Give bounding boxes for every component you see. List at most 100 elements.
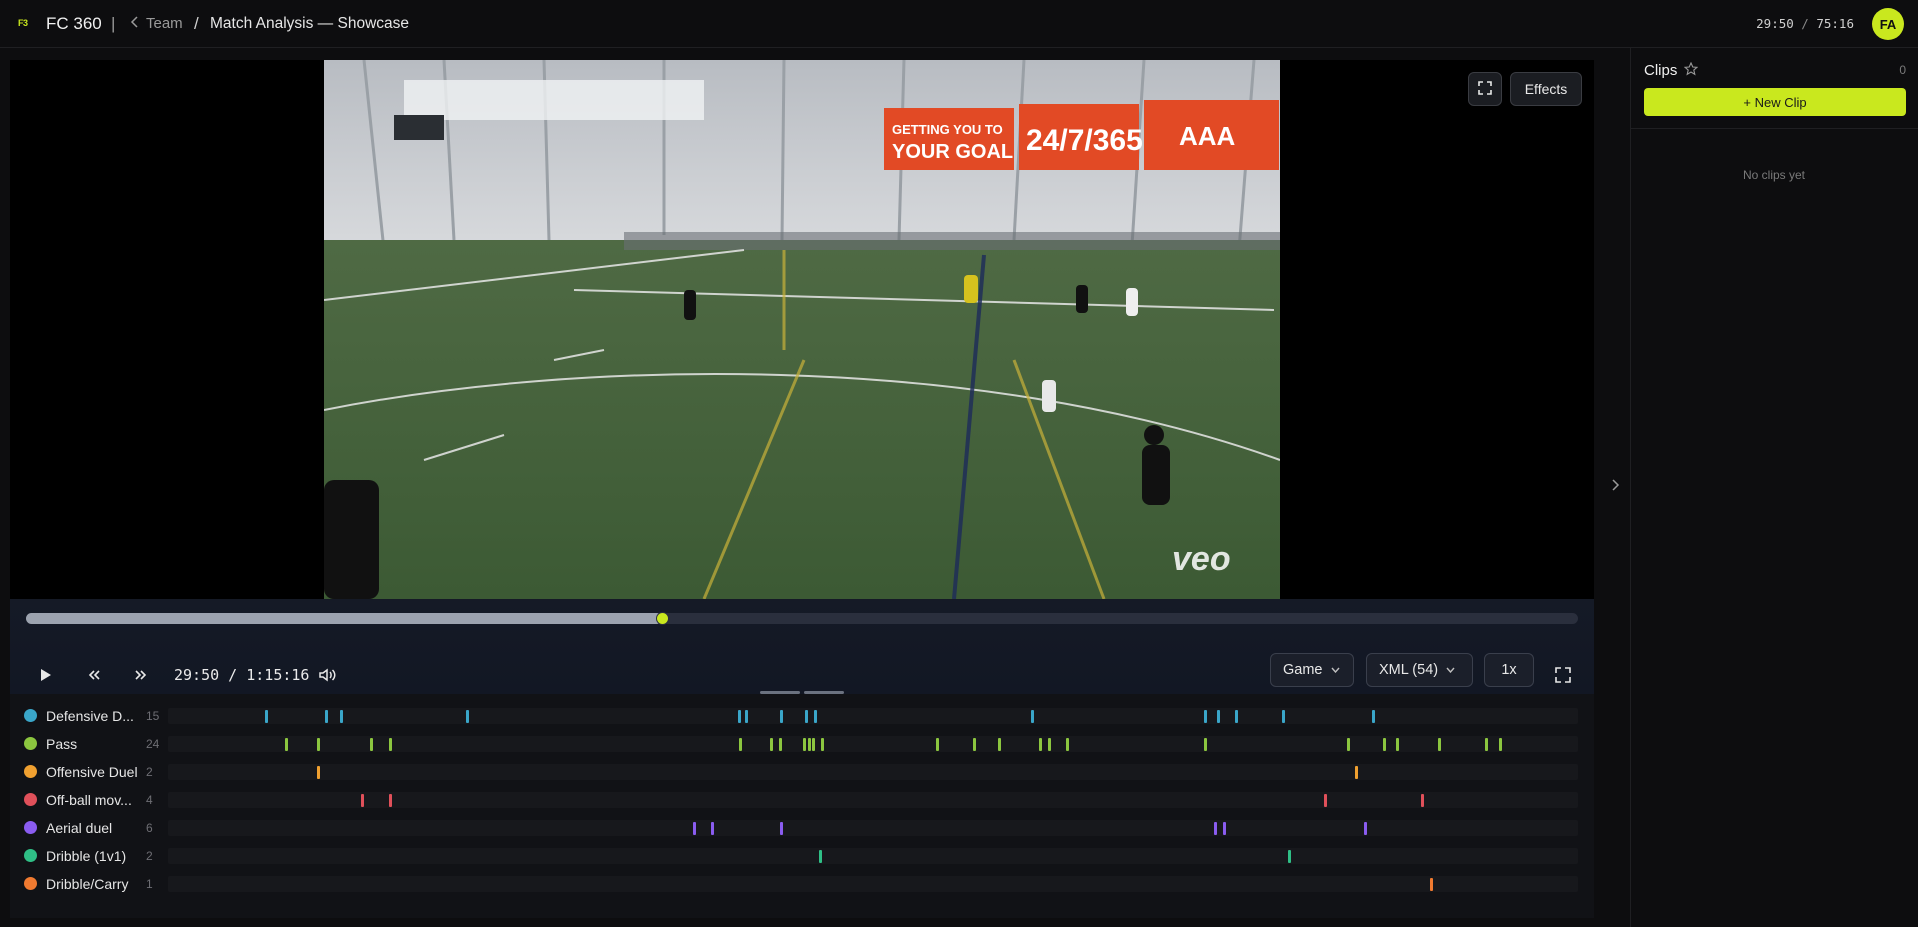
event-track[interactable] <box>168 820 1578 836</box>
event-marker[interactable] <box>808 738 812 751</box>
event-marker[interactable] <box>973 738 977 751</box>
event-marker[interactable] <box>1214 822 1218 835</box>
event-timeline: Defensive D... 15 Pass 24 Offensive Duel 2 Off… <box>10 705 1594 915</box>
rewind-button[interactable] <box>84 665 104 685</box>
event-marker[interactable] <box>737 710 741 723</box>
event-marker[interactable] <box>1030 710 1034 723</box>
event-marker[interactable] <box>1235 710 1239 723</box>
event-row: Dribble (1v1) 2 <box>10 845 1594 867</box>
event-marker[interactable] <box>936 738 940 751</box>
event-marker[interactable] <box>744 710 748 723</box>
event-marker[interactable] <box>317 766 321 779</box>
event-label[interactable]: Offensive Duel <box>46 764 138 780</box>
new-clip-button[interactable]: + New Clip <box>1644 88 1906 116</box>
event-marker[interactable] <box>389 794 393 807</box>
playback-speed-button[interactable]: 1x <box>1484 653 1534 687</box>
event-marker[interactable] <box>710 822 714 835</box>
event-marker[interactable] <box>1484 738 1488 751</box>
event-marker[interactable] <box>1372 710 1376 723</box>
event-marker[interactable] <box>340 710 344 723</box>
event-marker[interactable] <box>317 738 321 751</box>
event-marker[interactable] <box>819 850 823 863</box>
event-label[interactable]: Off-ball mov... <box>46 792 132 808</box>
team-name[interactable]: FC 360 <box>46 14 102 34</box>
event-marker[interactable] <box>1363 822 1367 835</box>
event-marker[interactable] <box>1429 878 1433 891</box>
event-count: 2 <box>146 765 153 779</box>
event-marker[interactable] <box>1222 822 1226 835</box>
event-marker[interactable] <box>1039 738 1043 751</box>
event-marker[interactable] <box>1355 766 1359 779</box>
event-marker[interactable] <box>1383 738 1387 751</box>
event-marker[interactable] <box>805 710 809 723</box>
event-marker[interactable] <box>1438 738 1442 751</box>
event-marker[interactable] <box>285 738 289 751</box>
event-marker[interactable] <box>265 710 269 723</box>
progress-handle[interactable] <box>656 612 670 625</box>
event-label[interactable]: Dribble/Carry <box>46 876 128 892</box>
event-marker[interactable] <box>324 710 328 723</box>
volume-button[interactable] <box>317 665 337 685</box>
app-logo[interactable]: F3 <box>18 18 28 28</box>
event-marker[interactable] <box>739 738 743 751</box>
event-marker[interactable] <box>779 710 783 723</box>
resize-handle-left[interactable] <box>760 691 800 694</box>
event-marker[interactable] <box>369 738 373 751</box>
event-track[interactable] <box>168 708 1578 724</box>
event-marker[interactable] <box>692 822 696 835</box>
event-marker[interactable] <box>778 738 782 751</box>
event-marker[interactable] <box>389 738 393 751</box>
event-marker[interactable] <box>1217 710 1221 723</box>
event-marker[interactable] <box>1324 794 1328 807</box>
event-marker[interactable] <box>465 710 469 723</box>
event-count: 24 <box>146 737 160 751</box>
event-label[interactable]: Pass <box>46 736 77 752</box>
chevron-right-icon <box>1612 479 1620 491</box>
resize-handle-right[interactable] <box>804 691 844 694</box>
main-panel: GETTING YOU TO YOUR GOAL 24/7/365 AAA ve… <box>10 60 1594 918</box>
back-to-team-link[interactable]: Team <box>130 15 183 32</box>
expand-video-button[interactable] <box>1468 72 1502 106</box>
play-button[interactable] <box>36 665 56 685</box>
event-marker[interactable] <box>1066 738 1070 751</box>
video-area[interactable]: GETTING YOU TO YOUR GOAL 24/7/365 AAA ve… <box>10 60 1594 599</box>
event-marker[interactable] <box>812 738 816 751</box>
event-marker[interactable] <box>1396 738 1400 751</box>
event-marker[interactable] <box>998 738 1002 751</box>
xml-select[interactable]: XML (54) <box>1366 653 1473 687</box>
event-marker[interactable] <box>1047 738 1051 751</box>
event-marker[interactable] <box>1346 738 1350 751</box>
event-track[interactable] <box>168 736 1578 752</box>
star-icon[interactable] <box>1683 61 1699 79</box>
event-marker[interactable] <box>1499 738 1503 751</box>
fast-forward-button[interactable] <box>131 665 151 685</box>
event-marker[interactable] <box>1287 850 1291 863</box>
event-marker[interactable] <box>770 738 774 751</box>
event-marker[interactable] <box>1204 738 1208 751</box>
fullscreen-button[interactable] <box>1553 665 1573 685</box>
event-marker[interactable] <box>1421 794 1425 807</box>
event-marker[interactable] <box>802 738 806 751</box>
event-label[interactable]: Aerial duel <box>46 820 112 836</box>
event-label[interactable]: Defensive D... <box>46 708 134 724</box>
event-marker[interactable] <box>820 738 824 751</box>
clips-count: 0 <box>1899 63 1906 77</box>
period-select[interactable]: Game <box>1270 653 1354 687</box>
event-track[interactable] <box>168 876 1578 892</box>
event-marker[interactable] <box>779 822 783 835</box>
event-marker[interactable] <box>813 710 817 723</box>
event-marker[interactable] <box>1204 710 1208 723</box>
event-track[interactable] <box>168 764 1578 780</box>
event-marker[interactable] <box>361 794 365 807</box>
video-frame[interactable]: GETTING YOU TO YOUR GOAL 24/7/365 AAA ve… <box>324 60 1280 599</box>
collapse-panel-button[interactable] <box>1612 478 1620 494</box>
header-time-separator: / <box>1793 16 1817 31</box>
event-track[interactable] <box>168 848 1578 864</box>
progress-bar[interactable] <box>26 612 1578 625</box>
event-marker[interactable] <box>1281 710 1285 723</box>
svg-text:AAA: AAA <box>1179 121 1236 151</box>
user-avatar[interactable]: FA <box>1872 8 1904 40</box>
event-track[interactable] <box>168 792 1578 808</box>
effects-button[interactable]: Effects <box>1510 72 1582 106</box>
event-label[interactable]: Dribble (1v1) <box>46 848 126 864</box>
